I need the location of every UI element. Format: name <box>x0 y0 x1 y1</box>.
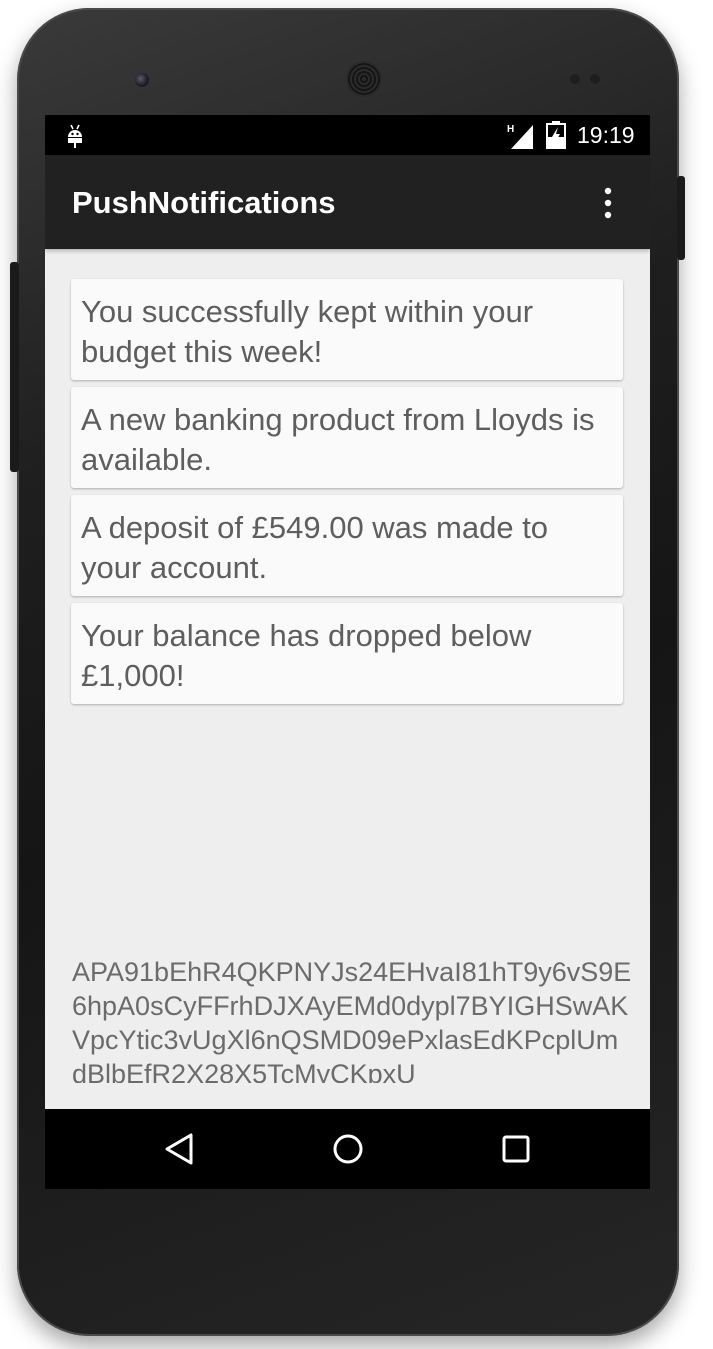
device-screen: H 19:19 PushNotifications You successful… <box>45 115 650 1189</box>
volume-button <box>10 262 19 472</box>
battery-icon <box>546 121 566 149</box>
navigation-bar <box>45 1109 650 1189</box>
proximity-sensor <box>570 74 580 84</box>
home-icon[interactable] <box>330 1131 366 1167</box>
android-debug-icon <box>68 124 82 148</box>
status-bar: H 19:19 <box>45 115 650 155</box>
more-vert-icon[interactable] <box>593 185 623 221</box>
power-button <box>677 176 685 260</box>
back-icon[interactable] <box>163 1131 199 1167</box>
earpiece-speaker <box>348 63 380 95</box>
notification-card[interactable]: A deposit of £549.00 was made to your ac… <box>71 495 623 596</box>
light-sensor <box>590 74 600 84</box>
notification-card[interactable]: A new banking product from Lloyds is ava… <box>71 387 623 488</box>
notification-card[interactable]: Your balance has dropped below £1,000! <box>71 603 623 704</box>
front-camera <box>135 73 149 87</box>
registration-token-text: APA91bEhR4QKPNYJs24EHvaI81hT9y6vS9E6hpA0… <box>72 957 632 1083</box>
app-bar: PushNotifications <box>45 155 650 249</box>
recents-icon[interactable] <box>498 1131 534 1167</box>
notification-list: You successfully kept within your budget… <box>71 279 623 711</box>
app-title: PushNotifications <box>72 185 336 220</box>
signal-icon: H <box>507 124 533 149</box>
notification-card[interactable]: You successfully kept within your budget… <box>71 279 623 380</box>
svg-text:H: H <box>507 124 514 135</box>
clock: 19:19 <box>577 122 635 148</box>
